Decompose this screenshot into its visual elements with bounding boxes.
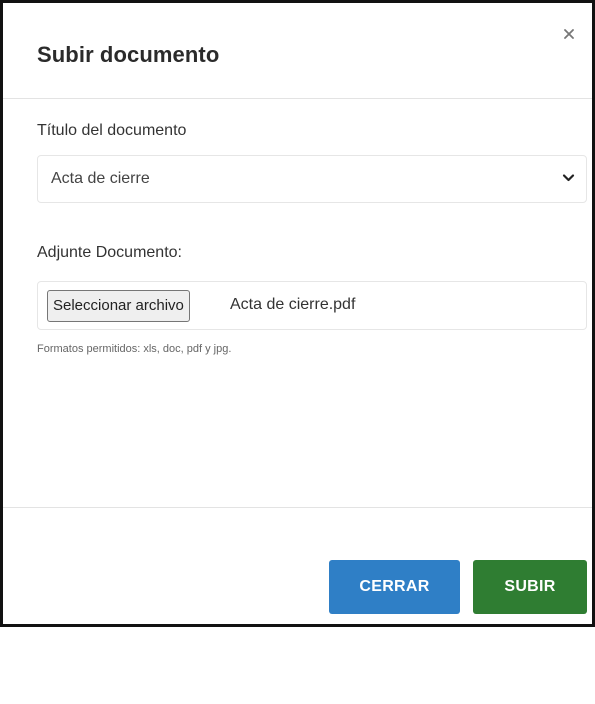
chevron-down-icon [562, 174, 575, 182]
subir-button[interactable]: SUBIR [473, 560, 587, 614]
document-title-selected-value: Acta de cierre [51, 170, 150, 187]
select-file-button[interactable]: Seleccionar archivo [47, 290, 190, 322]
allowed-formats-help-text: Formatos permitidos: xls, doc, pdf y jpg… [37, 343, 232, 355]
close-icon [564, 29, 574, 39]
modal-title: Subir documento [37, 42, 220, 67]
upload-document-modal: Subir documento Título del documento Act… [0, 0, 595, 627]
document-title-select[interactable]: Acta de cierre [37, 155, 587, 203]
attachment-label: Adjunte Documento: [37, 244, 182, 261]
modal-footer: CERRAR SUBIR [3, 507, 592, 624]
file-input-field[interactable]: Seleccionar archivo Acta de cierre.pdf [37, 281, 587, 330]
selected-file-name: Acta de cierre.pdf [230, 296, 356, 313]
document-title-label: Título del documento [37, 122, 187, 139]
close-button[interactable] [560, 25, 578, 43]
cerrar-button[interactable]: CERRAR [329, 560, 460, 614]
modal-header: Subir documento [3, 3, 592, 99]
